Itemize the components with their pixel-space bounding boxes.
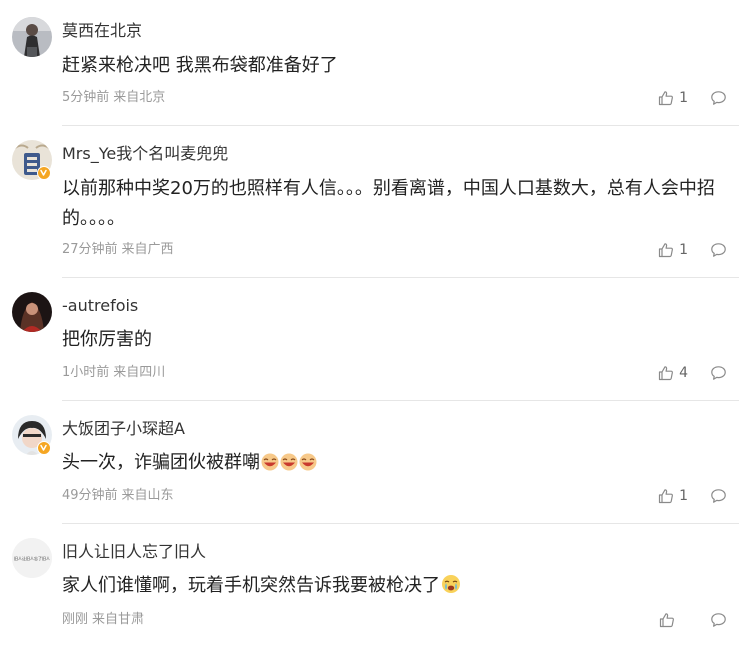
reply-button[interactable]: [710, 612, 727, 628]
reply-button[interactable]: [710, 365, 727, 381]
comment-location: 来自甘肃: [92, 612, 145, 627]
thumbs-up-icon: [658, 489, 674, 504]
username[interactable]: -autrefois: [62, 296, 138, 316]
comment-actions: 1: [658, 241, 727, 259]
like-button[interactable]: 1: [658, 90, 688, 106]
crying-emoji-icon: [441, 574, 461, 604]
verified-badge: [37, 166, 51, 180]
comment-item: 旧人让旧人忘了旧人 旧人让旧人忘了旧人 家人们谁懂啊，玩着手机突然告诉我要被枪决…: [0, 524, 739, 646]
verified-badge: [37, 441, 51, 455]
comment-actions: 1: [658, 487, 727, 505]
avatar-text: 旧人让旧人忘了旧人: [14, 555, 50, 561]
comment-location: 来自北京: [113, 90, 166, 105]
like-count: 1: [679, 90, 688, 106]
like-button[interactable]: 4: [658, 365, 688, 381]
comment-meta: 49分钟前 来自山东: [62, 488, 174, 504]
comment-bubble-icon: [711, 91, 726, 105]
comment-actions: 1: [658, 89, 727, 107]
like-count: 1: [679, 488, 688, 504]
comment-actions: [659, 611, 727, 629]
comment-item: 大饭团子小琛超A 头一次，诈骗团伙被群嘲 49分钟前 来自山东 1: [0, 401, 739, 524]
verified-v-icon: [40, 169, 47, 176]
thumbs-up-icon: [658, 366, 674, 381]
avatar[interactable]: [12, 17, 52, 57]
username[interactable]: 大饭团子小琛超A: [62, 419, 185, 439]
comment-time: 刚刚: [62, 612, 89, 627]
comment-bubble-icon: [711, 489, 726, 503]
username[interactable]: 旧人让旧人忘了旧人: [62, 542, 206, 562]
comment-text: 家人们谁懂啊，玩着手机突然告诉我要被枪决了: [62, 571, 728, 604]
comment-item: 莫西在北京 赶紧来枪决吧 我黑布袋都准备好了 5分钟前 来自北京 1: [0, 0, 739, 126]
comment-location: 来自广西: [121, 242, 174, 257]
comment-time: 5分钟前: [62, 90, 110, 105]
thumbs-up-icon: [659, 613, 674, 628]
like-count: 4: [679, 365, 688, 381]
reply-button[interactable]: [710, 90, 727, 106]
comment-text-body: 头一次，诈骗团伙被群嘲: [62, 452, 260, 473]
comment-bubble-icon: [711, 366, 726, 380]
comment-location: 来自山东: [121, 488, 174, 503]
username[interactable]: Mrs_Ye我个名叫麦兜兜: [62, 144, 228, 164]
laughing-emoji-icon: [261, 451, 279, 481]
comment-text: 以前那种中奖20万的也照样有人信。。。别看离谱，中国人口基数大，总有人会中招的。…: [62, 178, 715, 229]
like-button[interactable]: 1: [658, 488, 688, 504]
username[interactable]: 莫西在北京: [62, 21, 142, 41]
reply-button[interactable]: [710, 488, 727, 504]
comment-item: -autrefois 把你厉害的 1小时前 来自四川 4: [0, 278, 739, 401]
verified-v-icon: [40, 444, 47, 451]
comment-time: 27分钟前: [62, 242, 118, 257]
comment-text-body: 家人们谁懂啊，玩着手机突然告诉我要被枪决了: [62, 575, 440, 596]
thumbs-up-icon: [658, 243, 674, 258]
avatar[interactable]: 旧人让旧人忘了旧人: [12, 538, 52, 578]
comment-meta: 27分钟前 来自广西: [62, 242, 174, 258]
comment-item: Mrs_Ye我个名叫麦兜兜 以前那种中奖20万的也照样有人信。。。别看离谱，中国…: [0, 126, 739, 278]
thumbs-up-icon: [658, 91, 674, 106]
avatar[interactable]: [12, 292, 52, 332]
laughing-emoji-icon: [299, 451, 317, 481]
comment-time: 49分钟前: [62, 488, 118, 503]
like-button[interactable]: 1: [658, 242, 688, 258]
like-count: 1: [679, 242, 688, 258]
comment-meta: 1小时前 来自四川: [62, 365, 165, 381]
comment-text: 把你厉害的: [62, 329, 152, 350]
comment-time: 1小时前: [62, 365, 110, 380]
like-button[interactable]: [659, 612, 688, 628]
comment-meta: 刚刚 来自甘肃: [62, 612, 144, 628]
comment-actions: 4: [658, 364, 727, 382]
comment-bubble-icon: [711, 613, 726, 627]
comment-text: 赶紧来枪决吧 我黑布袋都准备好了: [62, 55, 338, 76]
comment-text: 头一次，诈骗团伙被群嘲: [62, 448, 728, 481]
reply-button[interactable]: [710, 242, 727, 258]
comment-location: 来自四川: [113, 365, 166, 380]
comment-meta: 5分钟前 来自北京: [62, 90, 165, 106]
comment-bubble-icon: [711, 243, 726, 257]
laughing-emoji-icon: [280, 451, 298, 481]
